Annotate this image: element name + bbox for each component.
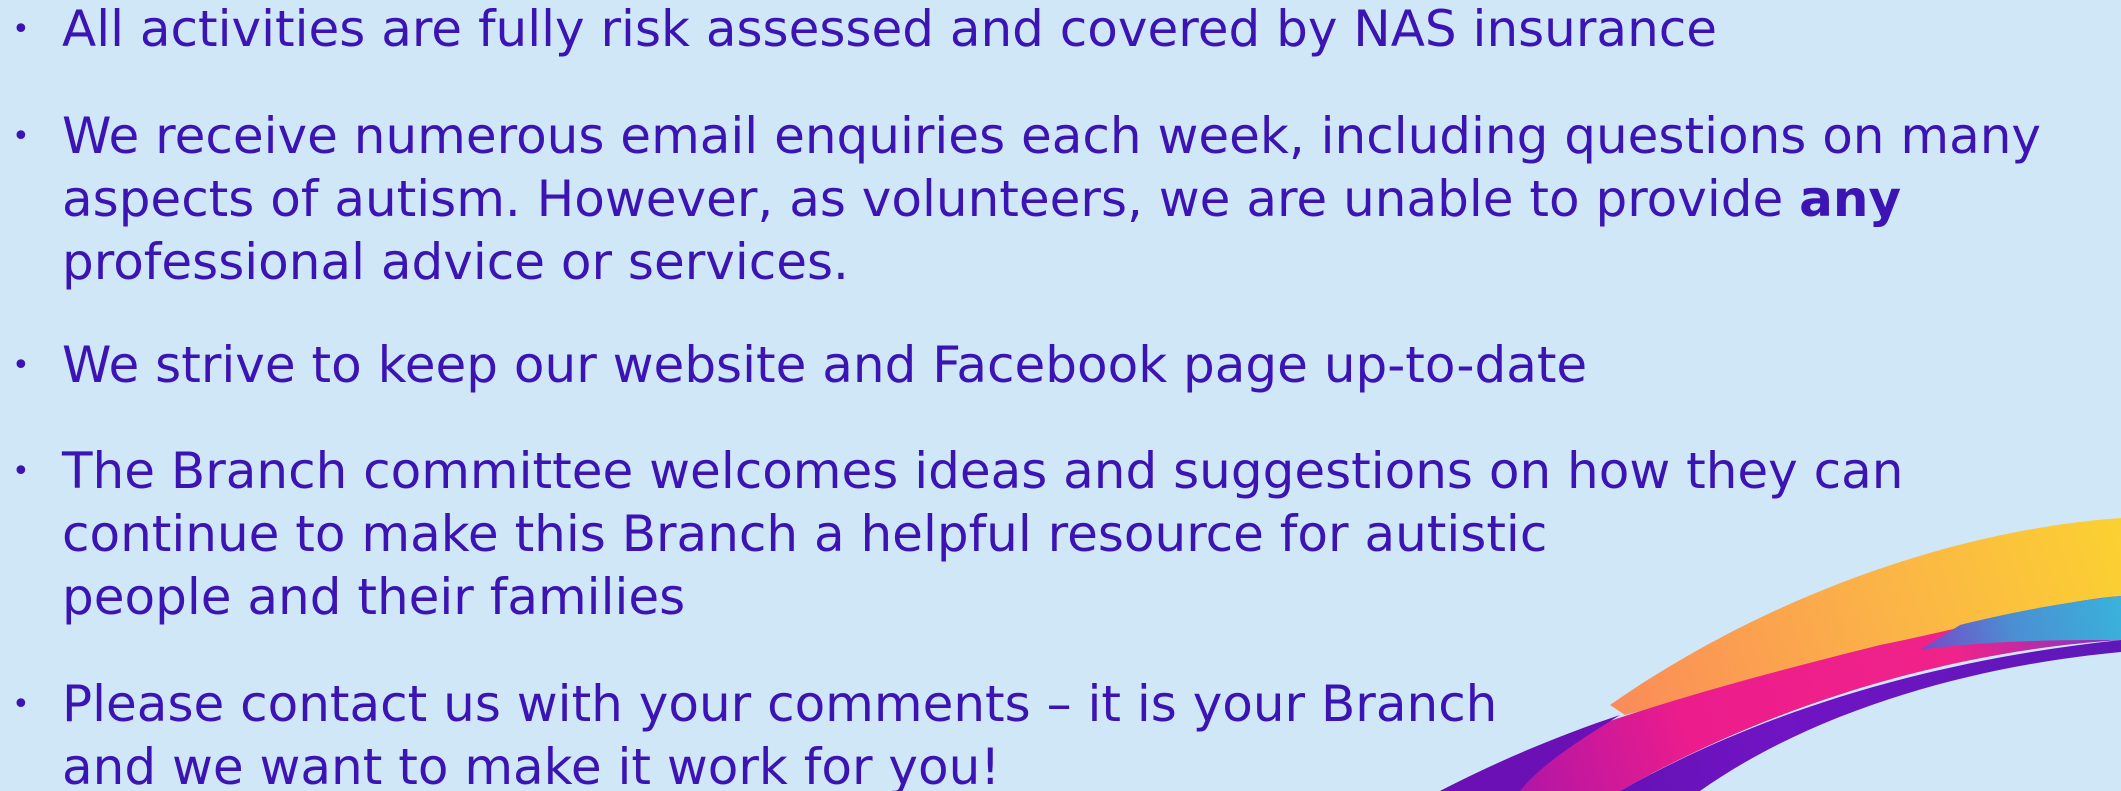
- bullet-line: We strive to keep our website and Facebo…: [62, 336, 1588, 394]
- slide: • All activities are fully risk assessed…: [0, 0, 2121, 791]
- bullet-dot: •: [12, 454, 30, 489]
- bullet-dot: •: [12, 119, 30, 154]
- bullet-line: people and their families: [62, 568, 686, 626]
- bullet-text: We receive numerous email enquiries each…: [62, 105, 2041, 294]
- emphasis-word: any: [1799, 170, 1902, 228]
- bullet-dot: •: [12, 348, 30, 383]
- bullet-line: continue to make this Branch a helpful r…: [62, 505, 1548, 563]
- bullet-text: All activities are fully risk assessed a…: [62, 0, 1717, 61]
- bullet-line: Please contact us with your comments – i…: [62, 675, 1498, 733]
- bullet-line-text: aspects of autism. However, as volunteer…: [62, 170, 1784, 228]
- bullet-text: Please contact us with your comments – i…: [62, 673, 1497, 791]
- bullet-text: The Branch committee welcomes ideas and …: [62, 440, 1903, 629]
- bullet-line-with-emphasis: aspects of autism. However, as volunteer…: [62, 168, 2041, 231]
- bullet-text: We strive to keep our website and Facebo…: [62, 334, 1587, 397]
- bullet-line: professional advice or services.: [62, 233, 849, 291]
- bullet-line: All activities are fully risk assessed a…: [62, 0, 1718, 58]
- bullet-line: We receive numerous email enquiries each…: [62, 107, 2042, 165]
- bullet-dot: •: [12, 12, 30, 47]
- bullet-line: The Branch committee welcomes ideas and …: [62, 442, 1904, 500]
- bullet-dot: •: [12, 687, 30, 722]
- bullet-line: and we want to make it work for you!: [62, 738, 1001, 791]
